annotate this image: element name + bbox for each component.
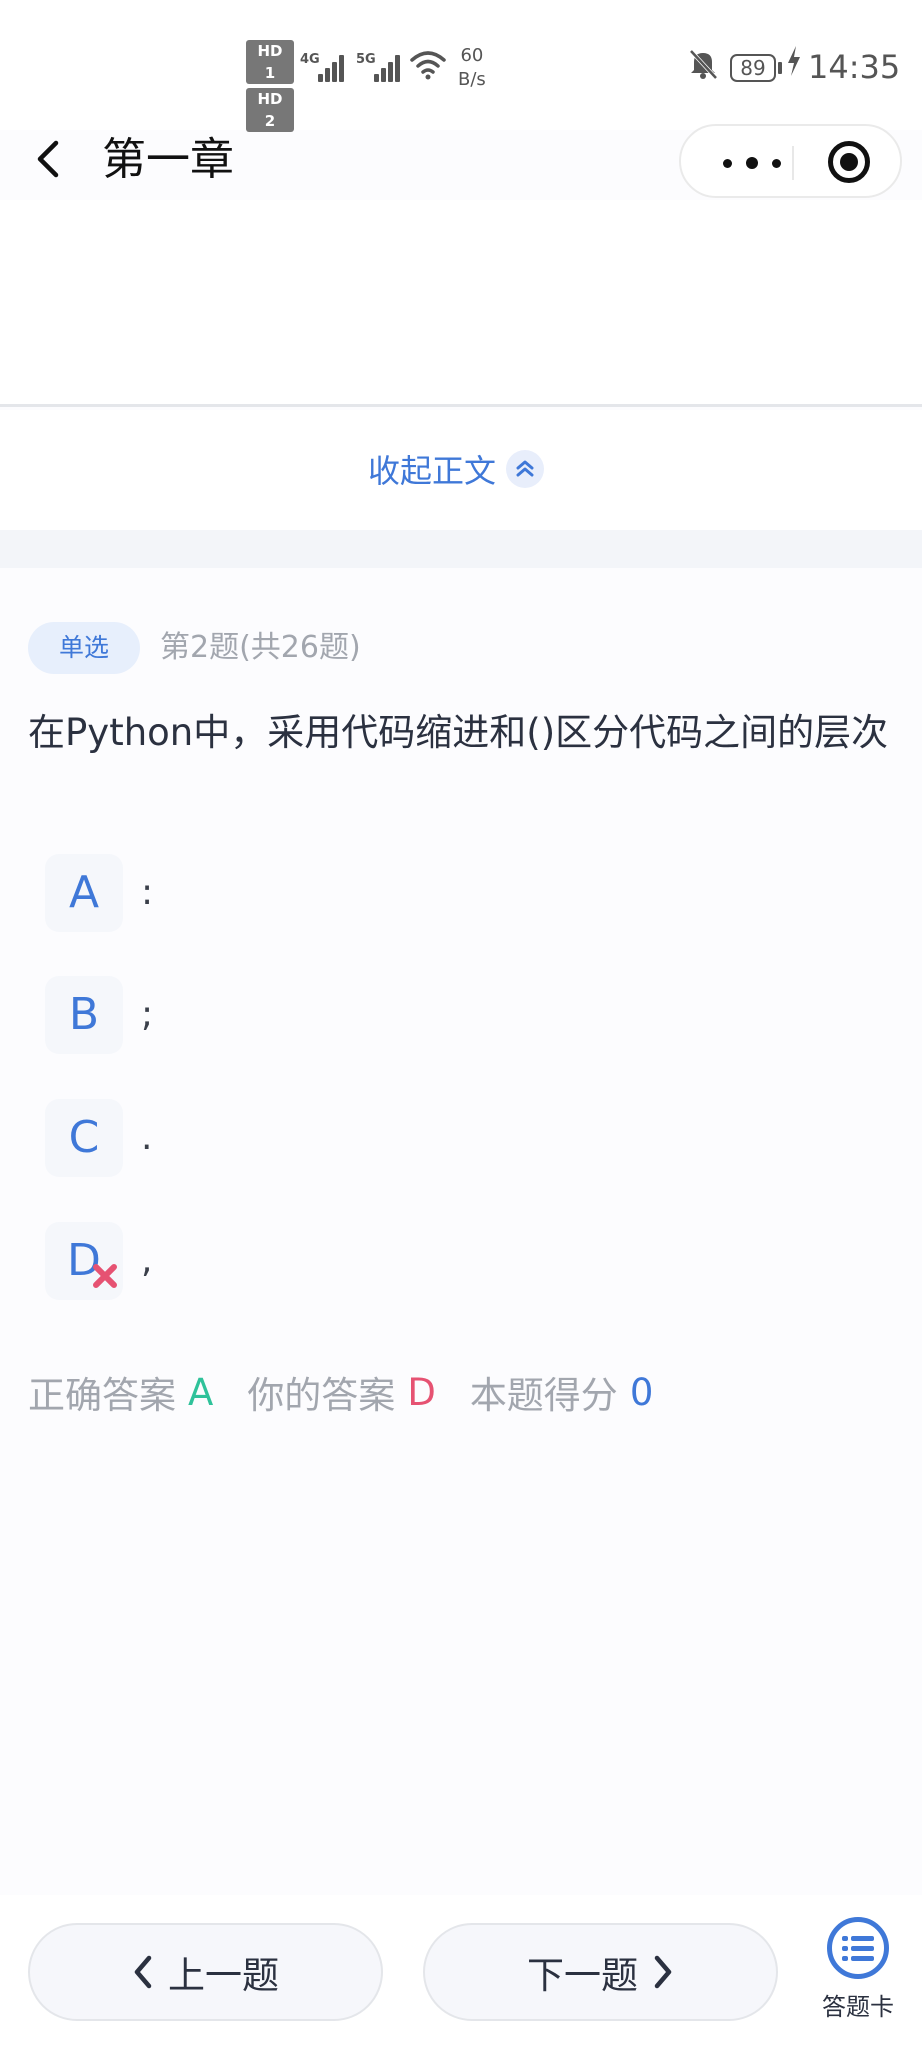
page-title: 第一章 [102,134,234,185]
chevron-left-icon [134,1955,152,1989]
option-text: : [141,872,154,913]
option-b[interactable]: B ; [45,976,645,1054]
network-speed: 60 B/s [458,45,486,90]
collapse-label: 收起正文 [368,452,497,490]
correct-answer-label: 正确答案 [28,1374,176,1417]
option-c[interactable]: C . [45,1099,645,1177]
answer-card-icon [827,1917,889,1979]
question-text: 在Python中，采用代码缩进和()区分代码之间的层次 [28,711,889,754]
collapse-body-button[interactable]: 收起正文 [368,444,545,494]
next-question-button[interactable]: 下一题 [423,1923,778,2021]
page: HD 1 HD 2 4G 5G 60 B/s 89 14:35 第一章 收起正文… [0,0,922,2049]
section-divider [0,530,922,568]
bottom-bar: 上一题 下一题 答题卡 [0,1895,922,2049]
option-letter: A [45,854,123,932]
sim1-hd-badge: HD 1 [246,40,294,84]
option-text: . [141,1117,153,1158]
status-bar: HD 1 HD 2 4G 5G 60 B/s 89 14:35 [0,0,922,132]
wifi-icon [410,51,446,80]
user-answer-value: D [407,1370,436,1414]
option-a[interactable]: A : [45,854,645,932]
prev-question-button[interactable]: 上一题 [28,1923,383,2021]
question-type-badge: 单选 [28,622,140,674]
answer-result: 正确答案 A 你的答案 D 本题得分 0 [28,1364,687,1420]
prev-question-label: 上一题 [168,1954,279,1997]
answer-card-label: 答题卡 [822,1993,894,2021]
question-index: 第2题(共26题) [160,630,361,665]
collapse-row: 收起正文 [0,410,922,530]
option-text: , [141,1240,153,1281]
capsule-divider [792,146,794,180]
correct-answer-value: A [188,1370,214,1414]
more-dots-icon[interactable] [711,138,791,186]
sim2-hd-badge: HD 2 [246,88,294,132]
charging-icon [788,46,800,76]
signal-bars-icon [374,52,406,82]
score-value: 0 [629,1370,654,1414]
close-target-icon[interactable] [828,141,870,183]
user-answer-label: 你的答案 [247,1374,396,1417]
network-5g-label: 5G [356,52,376,67]
signal-bars-icon [318,52,350,82]
back-arrow-icon[interactable] [28,135,78,185]
option-letter: B [45,976,123,1054]
sim-indicators: HD 1 HD 2 [246,40,294,136]
clock: 14:35 [808,48,901,86]
option-text: ; [141,994,154,1035]
bell-off-icon [689,49,718,80]
score-label: 本题得分 [469,1374,618,1417]
option-letter: C [45,1099,123,1177]
option-d[interactable]: D , [45,1222,645,1300]
network-4g-label: 4G [300,52,320,67]
wrong-mark-icon [93,1264,117,1288]
battery-icon: 89 [730,54,776,82]
chevron-right-icon [654,1955,672,1989]
content-body-area [0,200,922,407]
answer-card-button[interactable]: 答题卡 [812,1917,904,2037]
chevron-double-up-icon [506,450,545,488]
miniprogram-capsule [679,124,902,198]
next-question-label: 下一题 [527,1954,638,1997]
battery-tip [778,62,782,74]
